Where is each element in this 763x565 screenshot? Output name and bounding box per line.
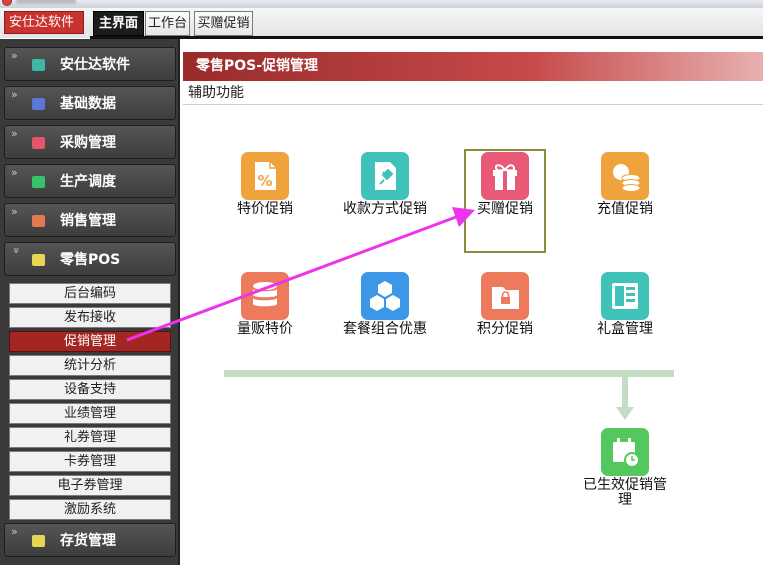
annotation-arrow [126, 207, 475, 342]
